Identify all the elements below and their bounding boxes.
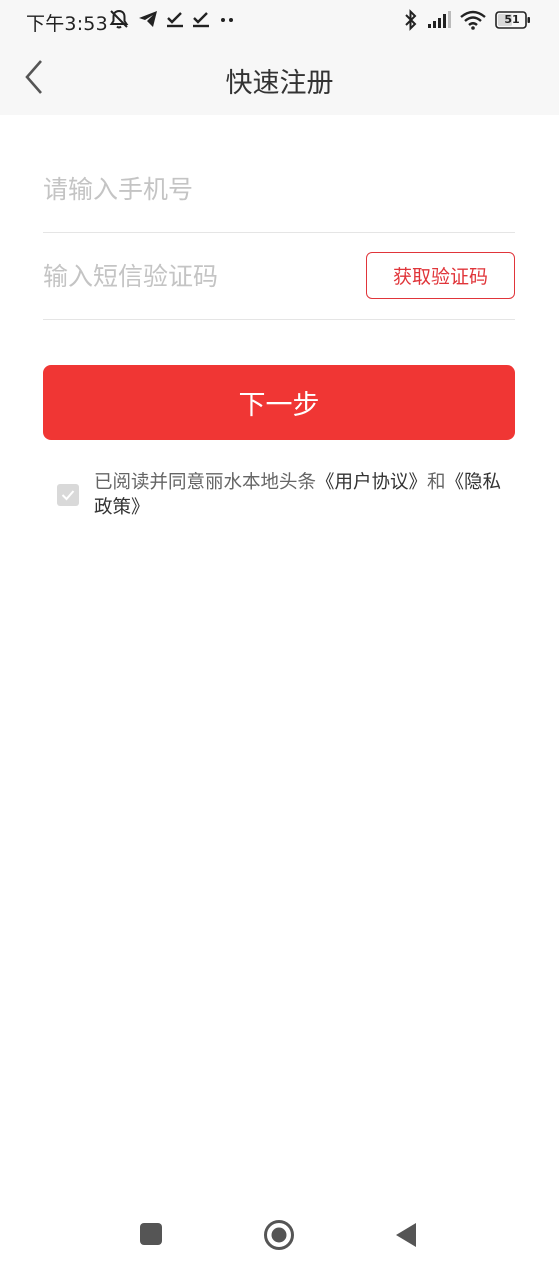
bluetooth-icon — [405, 9, 417, 31]
phone-input[interactable] — [43, 174, 343, 204]
register-form: 获取验证码 — [43, 146, 515, 320]
nav-bar: 快速注册 — [0, 42, 559, 115]
battery-level: 51 — [504, 13, 520, 26]
agreement-prefix: 已阅读并同意丽水本地头条 — [94, 472, 317, 493]
code-field-row: 获取验证码 — [43, 233, 515, 320]
next-step-button[interactable]: 下一步 — [43, 365, 515, 440]
system-back-button[interactable] — [394, 1221, 418, 1253]
system-nav-bar — [0, 1200, 559, 1280]
telegram-icon — [139, 11, 157, 27]
more-dots-icon — [221, 18, 233, 22]
signal-icon — [428, 11, 451, 28]
status-right-icons: 51 — [404, 9, 531, 31]
status-bar: 下午3:53 51 — [0, 0, 559, 42]
checkmark-icon — [61, 490, 75, 501]
phone-field-row — [43, 146, 515, 233]
check-icon — [167, 12, 183, 28]
check-icon — [193, 12, 209, 28]
status-time: 下午3:53 — [26, 13, 108, 35]
recent-apps-icon — [140, 1223, 162, 1245]
wifi-icon — [460, 10, 486, 30]
agreement-and: 和 — [427, 472, 446, 493]
home-icon — [264, 1220, 294, 1250]
battery-icon: 51 — [495, 11, 531, 29]
status-left-icons — [108, 8, 236, 30]
page-title: 快速注册 — [225, 68, 334, 99]
user-agreement-link[interactable]: 《用户协议》 — [316, 472, 427, 493]
sms-code-input[interactable] — [43, 261, 343, 291]
get-code-button[interactable]: 获取验证码 — [366, 252, 515, 299]
mute-bell-icon — [109, 9, 129, 29]
back-triangle-icon — [396, 1223, 416, 1247]
recent-apps-button[interactable] — [139, 1222, 163, 1250]
agree-checkbox[interactable] — [57, 484, 79, 506]
home-button[interactable] — [263, 1219, 295, 1255]
agreement: 已阅读并同意丽水本地头条《用户协议》和《隐私政策》 — [57, 470, 507, 520]
agreement-text: 已阅读并同意丽水本地头条《用户协议》和《隐私政策》 — [94, 470, 504, 520]
